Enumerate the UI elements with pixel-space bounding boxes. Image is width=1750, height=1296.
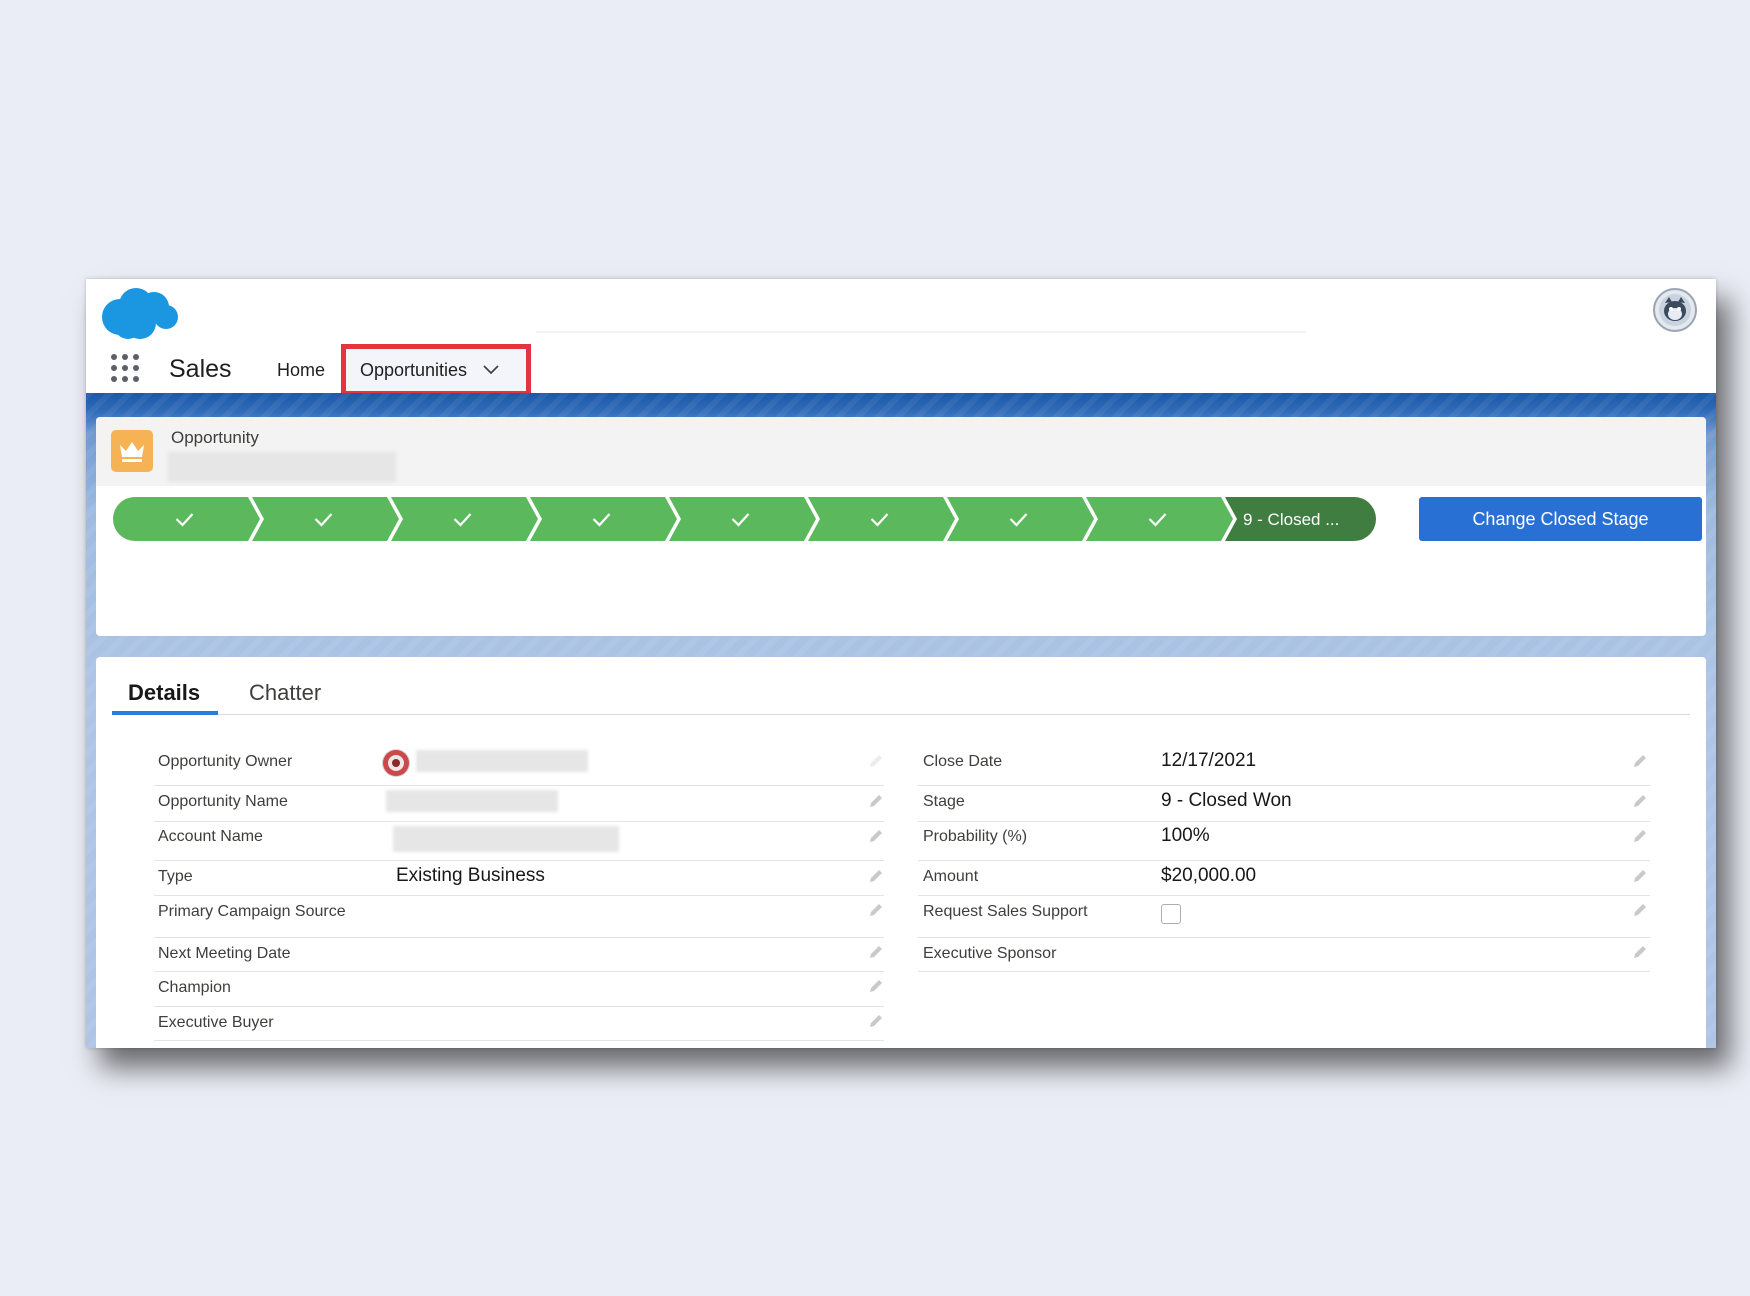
field-label-primary-campaign-source: Primary Campaign Source — [158, 903, 346, 920]
record-name-redacted — [168, 452, 396, 482]
field-label-type: Type — [158, 868, 193, 885]
field-value-stage: 9 - Closed Won — [1161, 790, 1292, 811]
field-row-divider — [918, 860, 1650, 861]
opportunity-name-redacted — [386, 790, 558, 812]
record-object-label: Opportunity — [171, 428, 259, 447]
edit-pencil-icon[interactable] — [868, 978, 884, 994]
search-bar-divider — [536, 331, 1306, 333]
app-window: Sales Home Opportunities Opportunity 9 -… — [86, 279, 1716, 1048]
field-row-divider — [154, 860, 884, 861]
opportunity-crown-icon — [111, 430, 153, 472]
edit-pencil-icon[interactable] — [868, 753, 884, 769]
edit-pencil-icon[interactable] — [1632, 902, 1648, 918]
record-highlights-panel: Opportunity 9 - Closed ... Change Closed… — [96, 417, 1706, 636]
owner-avatar[interactable] — [382, 749, 410, 777]
field-value-close-date: 12/17/2021 — [1161, 750, 1257, 771]
field-row-divider — [154, 821, 884, 822]
field-label-champion: Champion — [158, 979, 231, 996]
edit-pencil-icon[interactable] — [1632, 944, 1648, 960]
field-label-close-date: Close Date — [923, 753, 1003, 770]
sales-path: 9 - Closed ... — [113, 497, 1376, 541]
edit-pencil-icon[interactable] — [1632, 828, 1648, 844]
field-row-divider — [154, 1040, 884, 1041]
field-label-opportunity-name: Opportunity Name — [158, 793, 288, 810]
field-label-next-meeting-date: Next Meeting Date — [158, 945, 291, 962]
field-label-request-sales-support: Request Sales Support — [923, 903, 1088, 920]
field-row-divider — [154, 895, 884, 896]
edit-pencil-icon[interactable] — [868, 944, 884, 960]
navigation-bar: Sales Home Opportunities — [86, 339, 1716, 396]
edit-pencil-icon[interactable] — [868, 902, 884, 918]
field-row-divider — [918, 937, 1650, 938]
chevron-down-icon[interactable] — [483, 365, 499, 375]
field-row-divider — [918, 785, 1650, 786]
nav-item-opportunities[interactable]: Opportunities — [341, 344, 531, 396]
field-row-divider — [154, 971, 884, 972]
field-label-executive-sponsor: Executive Sponsor — [923, 945, 1057, 962]
field-value-amount: $20,000.00 — [1161, 865, 1257, 886]
edit-pencil-icon[interactable] — [868, 793, 884, 809]
active-tab-indicator — [112, 711, 218, 715]
field-label-executive-buyer: Executive Buyer — [158, 1014, 274, 1031]
tab-chatter[interactable]: Chatter — [249, 680, 321, 706]
field-row-divider — [154, 785, 884, 786]
field-value-type: Existing Business — [396, 865, 545, 886]
edit-pencil-icon[interactable] — [868, 828, 884, 844]
field-row-divider — [154, 937, 884, 938]
field-row-divider — [154, 1006, 884, 1007]
tab-details[interactable]: Details — [128, 680, 200, 706]
owner-name-redacted — [416, 750, 588, 772]
field-label-stage: Stage — [923, 793, 965, 810]
edit-pencil-icon[interactable] — [868, 1013, 884, 1029]
account-name-redacted — [393, 826, 619, 852]
edit-pencil-icon[interactable] — [1632, 753, 1648, 769]
user-avatar-icon[interactable] — [1653, 288, 1697, 332]
app-name: Sales — [169, 355, 232, 383]
nav-item-opportunities-label: Opportunities — [360, 359, 468, 380]
app-launcher-icon[interactable] — [110, 353, 140, 383]
edit-pencil-icon[interactable] — [1632, 868, 1648, 884]
field-label-probability: Probability (%) — [923, 828, 1028, 845]
nav-item-home[interactable]: Home — [277, 360, 325, 381]
field-label-amount: Amount — [923, 868, 979, 885]
field-row-divider — [918, 895, 1650, 896]
change-closed-stage-button[interactable]: Change Closed Stage — [1419, 497, 1702, 541]
salesforce-logo[interactable] — [98, 283, 180, 341]
request-sales-support-checkbox[interactable] — [1161, 904, 1181, 924]
edit-pencil-icon[interactable] — [1632, 793, 1648, 809]
field-value-probability: 100% — [1161, 825, 1210, 846]
record-header: Opportunity — [96, 417, 1706, 486]
field-row-divider — [918, 821, 1650, 822]
tab-divider — [112, 714, 1690, 715]
field-label-opportunity-owner: Opportunity Owner — [158, 753, 293, 770]
edit-pencil-icon[interactable] — [868, 868, 884, 884]
global-header: Sales Home Opportunities — [86, 279, 1716, 396]
details-panel: Details Chatter Opportunity Owner Opport… — [96, 657, 1706, 1048]
field-label-account-name: Account Name — [158, 828, 263, 845]
path-step-current-label: 9 - Closed ... — [1243, 510, 1339, 529]
field-row-divider — [918, 971, 1650, 972]
